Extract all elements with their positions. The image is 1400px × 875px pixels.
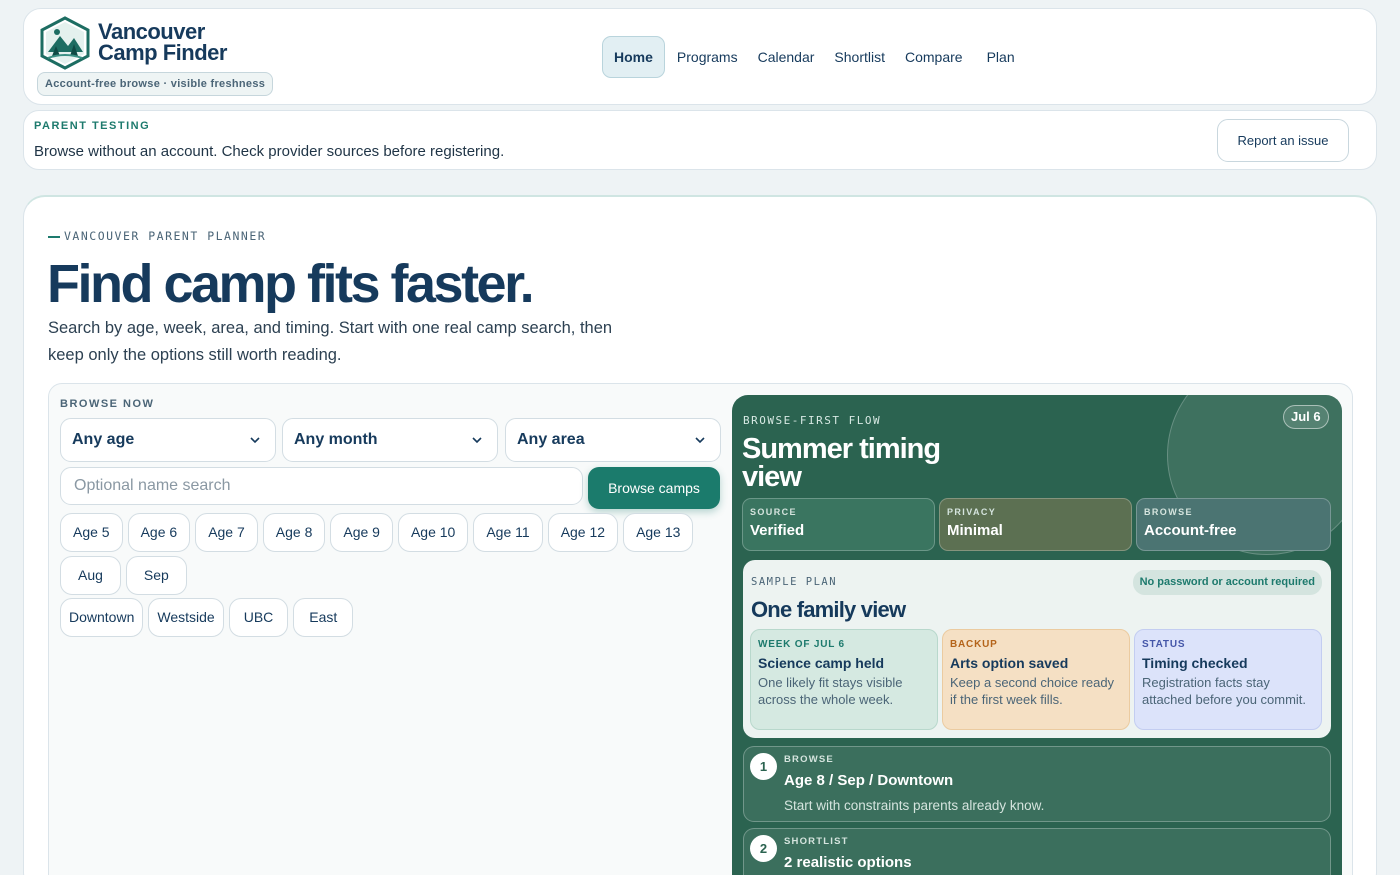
- area-select-value: Any area: [517, 431, 585, 448]
- chip-area-ubc[interactable]: UBC: [228, 598, 289, 637]
- stat-privacy-key: PRIVACY: [947, 507, 997, 517]
- chip-age-12[interactable]: Age 12: [547, 513, 619, 552]
- stat-privacy-value: Minimal: [947, 522, 1003, 539]
- stat-privacy: PRIVACY Minimal: [939, 498, 1132, 551]
- no-password-badge: No password or account required: [1132, 570, 1322, 595]
- planner-eyebrow-text: VANCOUVER PARENT PLANNER: [64, 229, 267, 243]
- hero-subtitle: Search by age, week, area, and timing. S…: [48, 319, 613, 364]
- area-chip-row: Downtown Westside UBC East: [60, 598, 358, 637]
- sample-eyebrow: SAMPLE PLAN: [751, 576, 838, 588]
- month-chip-row: Aug Sep: [60, 556, 192, 595]
- area-select[interactable]: Any area: [505, 418, 721, 462]
- nav-plan[interactable]: Plan: [977, 36, 1025, 78]
- age-select-value: Any age: [72, 431, 135, 448]
- browse-panel: BROWSE NOW Any age Any month Any area Op…: [48, 383, 1353, 875]
- chip-month-sep[interactable]: Sep: [125, 556, 187, 595]
- eyebrow-dash: [48, 235, 60, 238]
- chevron-down-icon: [695, 437, 705, 444]
- planner-section: VANCOUVER PARENT PLANNER Find camp fits …: [23, 195, 1377, 875]
- step-browse-desc: Start with constraints parents already k…: [784, 798, 1045, 813]
- chevron-down-icon: [472, 437, 482, 444]
- mini-card-backup: BACKUP Arts option saved Keep a second c…: [942, 629, 1130, 730]
- stat-source-key: SOURCE: [750, 507, 797, 517]
- mini-card-week-desc: One likely fit stays visible across the …: [758, 675, 903, 707]
- mountain-logo-icon[interactable]: [38, 16, 92, 70]
- mini-card-backup-desc: Keep a second choice ready if the first …: [950, 675, 1115, 707]
- mini-card-week-title: Science camp held: [758, 655, 885, 671]
- chip-age-11[interactable]: Age 11: [473, 513, 543, 552]
- step-shortlist-key: SHORTLIST: [784, 836, 849, 847]
- mini-card-status-title: Timing checked: [1142, 655, 1248, 671]
- chip-area-downtown[interactable]: Downtown: [60, 598, 144, 637]
- mini-card-backup-title: Arts option saved: [950, 655, 1069, 671]
- brand-line-2: Camp Finder: [98, 40, 227, 65]
- brand-name[interactable]: Vancouver Camp Finder: [98, 19, 227, 65]
- step-number-2: 2: [750, 835, 777, 862]
- step-browse: 1 BROWSE Age 8 / Sep / Downtown Start wi…: [743, 746, 1331, 822]
- mini-card-backup-key: BACKUP: [950, 639, 998, 650]
- sample-title: One family view: [751, 597, 906, 622]
- banner-text: Browse without an account. Check provide…: [34, 143, 505, 160]
- chip-age-10[interactable]: Age 10: [397, 513, 469, 552]
- tagline-badge: Account-free browse · visible freshness: [37, 72, 274, 96]
- chip-age-5[interactable]: Age 5: [60, 513, 123, 552]
- step-browse-key: BROWSE: [784, 754, 834, 765]
- flow-title: Summer timing view: [742, 433, 941, 493]
- sample-plan-card: SAMPLE PLAN No password or account requi…: [743, 560, 1331, 738]
- stat-browse-key: BROWSE: [1144, 507, 1193, 517]
- chip-age-13[interactable]: Age 13: [623, 513, 694, 552]
- parent-testing-banner: PARENT TESTING Browse without an account…: [23, 110, 1377, 170]
- mini-card-status-key: STATUS: [1142, 639, 1186, 650]
- chevron-down-icon: [250, 437, 260, 444]
- stat-source: SOURCE Verified: [742, 498, 935, 551]
- mini-card-week-key: WEEK OF JUL 6: [758, 639, 845, 650]
- date-pill: Jul 6: [1283, 405, 1329, 429]
- banner-eyebrow: PARENT TESTING: [34, 120, 151, 132]
- browse-camps-button[interactable]: Browse camps: [588, 467, 720, 509]
- stat-source-value: Verified: [750, 522, 805, 539]
- step-number-1: 1: [750, 753, 777, 780]
- hero-title: Find camp fits faster.: [47, 254, 535, 314]
- chip-age-6[interactable]: Age 6: [127, 513, 191, 552]
- step-browse-title: Age 8 / Sep / Downtown: [784, 772, 954, 789]
- chip-age-7[interactable]: Age 7: [195, 513, 258, 552]
- planner-eyebrow: VANCOUVER PARENT PLANNER: [48, 229, 266, 243]
- mini-card-week: WEEK OF JUL 6 Science camp held One like…: [750, 629, 938, 730]
- browse-label: BROWSE NOW: [60, 398, 155, 410]
- report-issue-button[interactable]: Report an issue: [1217, 119, 1349, 162]
- chip-age-8[interactable]: Age 8: [262, 513, 326, 552]
- brand-line-1: Vancouver: [98, 19, 205, 44]
- site-header: Vancouver Camp Finder Account-free brows…: [23, 8, 1377, 105]
- stat-browse-value: Account-free: [1144, 522, 1237, 539]
- step-shortlist-title: 2 realistic options: [784, 854, 912, 871]
- nav-shortlist[interactable]: Shortlist: [824, 36, 895, 78]
- age-chip-row: Age 5 Age 6 Age 7 Age 8 Age 9 Age 10 Age…: [60, 513, 698, 552]
- stat-browse: BROWSE Account-free: [1136, 498, 1331, 551]
- name-search-input[interactable]: Optional name search: [60, 467, 583, 505]
- nav-compare[interactable]: Compare: [895, 36, 973, 78]
- mini-card-status: STATUS Timing checked Registration facts…: [1134, 629, 1322, 730]
- mini-card-status-desc: Registration facts stay attached before …: [1142, 675, 1307, 707]
- chip-age-9[interactable]: Age 9: [330, 513, 393, 552]
- chip-area-east[interactable]: East: [293, 598, 354, 637]
- nav-calendar[interactable]: Calendar: [748, 36, 825, 78]
- browse-first-flow-panel: BROWSE-FIRST FLOW Summer timing view Jul…: [732, 395, 1342, 875]
- month-select[interactable]: Any month: [282, 418, 498, 462]
- age-select[interactable]: Any age: [60, 418, 276, 462]
- chip-month-aug[interactable]: Aug: [60, 556, 121, 595]
- chip-area-westside[interactable]: Westside: [148, 598, 224, 637]
- flow-eyebrow: BROWSE-FIRST FLOW: [743, 414, 882, 427]
- nav-programs[interactable]: Programs: [667, 36, 748, 78]
- main-nav: Home Programs Calendar Shortlist Compare…: [602, 36, 1025, 78]
- nav-home[interactable]: Home: [602, 36, 665, 78]
- month-select-value: Any month: [294, 431, 378, 448]
- step-shortlist: 2 SHORTLIST 2 realistic options: [743, 828, 1331, 875]
